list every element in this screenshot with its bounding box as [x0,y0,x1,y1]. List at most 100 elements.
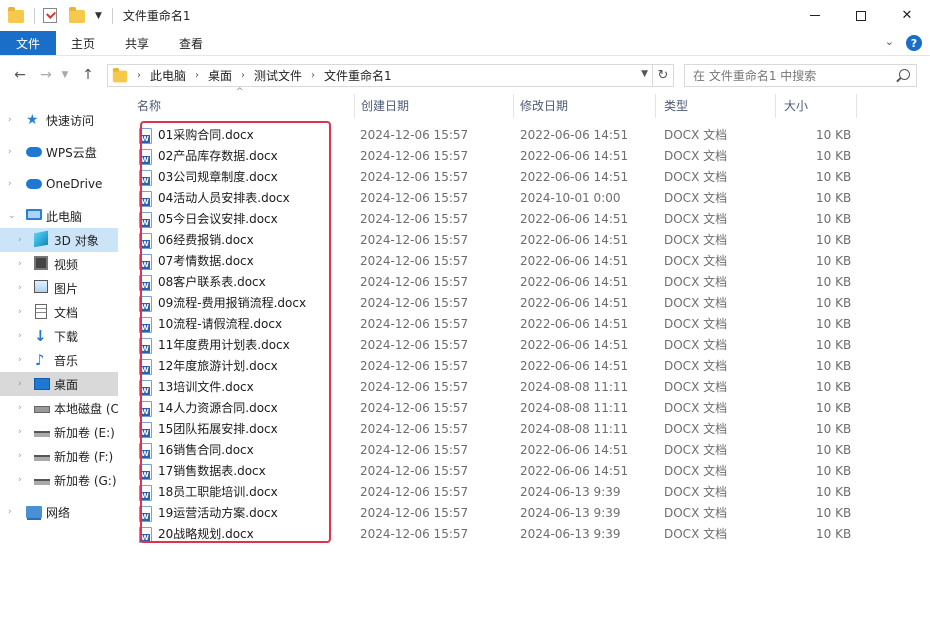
chevron-right-icon[interactable]: › [18,331,22,341]
sidebar-item-desktop[interactable]: › 桌面 [0,372,118,396]
file-size: 10 KB [816,254,852,268]
file-row[interactable]: 15团队拓展安排.docx 2024-12-06 15:57 2024-08-08 … [118,419,930,440]
file-row[interactable]: 18员工职能培训.docx 2024-12-06 15:57 2024-06-13 … [118,482,930,503]
sidebar-item-volume-e[interactable]: › 新加卷 (E:) [0,420,118,444]
column-header-modified[interactable]: 修改日期 [520,90,568,120]
sidebar-item-onedrive[interactable]: › OneDrive [0,172,118,196]
sidebar-item-volume-g[interactable]: › 新加卷 (G:) [0,468,118,492]
tab-share[interactable]: 共享 [110,31,164,55]
file-row[interactable]: 16销售合同.docx 2024-12-06 15:57 2022-06-06 14… [118,440,930,461]
breadcrumb-current-folder[interactable]: 文件重命名1 [324,67,392,84]
sidebar-item-volume-f[interactable]: › 新加卷 (F:) [0,444,118,468]
back-button[interactable]: ← [9,64,31,86]
sidebar-item-quick-access[interactable]: › ★ 快速访问 [0,108,118,132]
file-row[interactable]: 03公司规章制度.docx 2024-12-06 15:57 2022-06-06 … [118,167,930,188]
chevron-right-icon[interactable]: › [311,70,315,81]
tab-home[interactable]: 主页 [56,31,110,55]
chevron-right-icon[interactable]: › [18,403,22,413]
chevron-right-icon[interactable]: › [18,475,22,485]
file-row[interactable]: 19运营活动方案.docx 2024-12-06 15:57 2024-06-13 … [118,503,930,524]
file-created-date: 2024-12-06 15:57 [360,296,469,310]
sidebar-item-wps-cloud[interactable]: › WPS云盘 [0,140,118,164]
file-row[interactable]: 01采购合同.docx 2024-12-06 15:57 2022-06-06 14… [118,125,930,146]
back-arrow-icon: ← [14,67,26,83]
file-row[interactable]: 02产品库存数据.docx 2024-12-06 15:57 2022-06-06 … [118,146,930,167]
file-row[interactable]: 11年度费用计划表.docx 2024-12-06 15:57 2022-06-06… [118,335,930,356]
file-row[interactable]: 13培训文件.docx 2024-12-06 15:57 2024-08-08 11… [118,377,930,398]
sidebar-item-local-disk-c[interactable]: › 本地磁盘 (C [0,396,118,420]
file-row[interactable]: 04活动人员安排表.docx 2024-12-06 15:57 2024-10-01… [118,188,930,209]
column-header-size[interactable]: 大小 [784,90,808,120]
chevron-down-icon[interactable]: ⌄ [8,211,16,221]
sidebar-item-pictures[interactable]: › 图片 [0,276,118,300]
address-bar[interactable]: › 此电脑 › 桌面 › 测试文件 › 文件重命名1 ▼ [107,64,653,87]
column-divider[interactable] [655,94,656,118]
tab-file[interactable]: 文件 [0,31,57,55]
column-divider[interactable] [513,94,514,118]
chevron-right-icon[interactable]: › [8,147,12,157]
chevron-right-icon[interactable]: › [195,70,199,81]
sidebar-item-network[interactable]: › 网络 [0,500,118,524]
file-type: DOCX 文档 [664,527,728,541]
breadcrumb-this-pc[interactable]: 此电脑 [150,67,186,84]
file-row[interactable]: 07考情数据.docx 2024-12-06 15:57 2022-06-06 14… [118,251,930,272]
file-row[interactable]: 20战略规划.docx 2024-12-06 15:57 2024-06-13 9:… [118,524,930,545]
breadcrumb-desktop[interactable]: 桌面 [208,67,232,84]
chevron-right-icon[interactable]: › [18,235,22,245]
properties-icon[interactable] [43,7,59,24]
sidebar-item-music[interactable]: › ♪ 音乐 [0,348,118,372]
refresh-button[interactable]: ↻ [653,64,674,87]
sidebar-item-label: 新加卷 (G:) [54,473,117,488]
maximize-button[interactable] [838,0,884,31]
column-divider[interactable] [856,94,857,118]
column-header-name[interactable]: 名称 [137,90,161,120]
column-header-created[interactable]: 创建日期 [361,90,409,120]
sidebar-item-videos[interactable]: › 视频 [0,252,118,276]
chevron-right-icon[interactable]: › [8,179,12,189]
chevron-right-icon[interactable]: › [241,70,245,81]
search-icon[interactable] [899,69,910,80]
recent-locations-button[interactable]: ▼ [59,64,71,86]
tab-view[interactable]: 查看 [164,31,218,55]
search-box[interactable] [684,64,917,87]
chevron-right-icon[interactable]: › [18,379,22,389]
file-row[interactable]: 06经费报销.docx 2024-12-06 15:57 2022-06-06 14… [118,230,930,251]
chevron-right-icon[interactable]: › [18,307,22,317]
file-type: DOCX 文档 [664,359,728,373]
chevron-right-icon[interactable]: › [8,115,12,125]
chevron-right-icon[interactable]: › [8,507,12,517]
file-row[interactable]: 08客户联系表.docx 2024-12-06 15:57 2022-06-06 1… [118,272,930,293]
chevron-right-icon[interactable]: › [18,427,22,437]
file-row[interactable]: 05今日会议安排.docx 2024-12-06 15:57 2022-06-06 … [118,209,930,230]
minimize-button[interactable] [792,0,838,31]
file-row[interactable]: 14人力资源合同.docx 2024-12-06 15:57 2024-08-08 … [118,398,930,419]
column-divider[interactable] [775,94,776,118]
file-row[interactable]: 12年度旅游计划.docx 2024-12-06 15:57 2022-06-06 … [118,356,930,377]
file-row[interactable]: 10流程-请假流程.docx 2024-12-06 15:57 2022-06-06… [118,314,930,335]
address-history-chevron-icon[interactable]: ▼ [641,69,648,79]
file-row[interactable]: 09流程-费用报销流程.docx 2024-12-06 15:57 2022-06-… [118,293,930,314]
file-row[interactable]: 17销售数据表.docx 2024-12-06 15:57 2022-06-06 1… [118,461,930,482]
chevron-right-icon[interactable]: › [137,70,141,81]
expand-ribbon-chevron-icon[interactable]: ⌄ [885,35,894,51]
forward-button[interactable]: → [35,64,57,86]
sidebar-item-3d-objects[interactable]: › 3D 对象 [0,228,118,252]
chevron-right-icon[interactable]: › [18,451,22,461]
column-divider[interactable] [354,94,355,118]
breadcrumb-test-files[interactable]: 测试文件 [254,67,302,84]
chevron-right-icon[interactable]: › [18,259,22,269]
sidebar-item-this-pc[interactable]: ⌄ 此电脑 [0,204,118,228]
customize-toolbar-chevron-icon[interactable]: ▼ [95,11,102,21]
close-button[interactable]: ✕ [884,0,930,31]
file-size: 10 KB [816,212,852,226]
new-folder-icon[interactable] [69,6,85,24]
search-input[interactable] [693,68,893,83]
sidebar-item-downloads[interactable]: › ↓ 下载 [0,324,118,348]
up-button[interactable]: ↑ [77,64,99,86]
chevron-right-icon[interactable]: › [18,355,22,365]
sidebar-item-documents[interactable]: › 文档 [0,300,118,324]
column-header-type[interactable]: 类型 [664,90,688,120]
help-icon[interactable]: ? [906,35,922,51]
chevron-right-icon[interactable]: › [18,283,22,293]
file-size: 10 KB [816,527,852,541]
